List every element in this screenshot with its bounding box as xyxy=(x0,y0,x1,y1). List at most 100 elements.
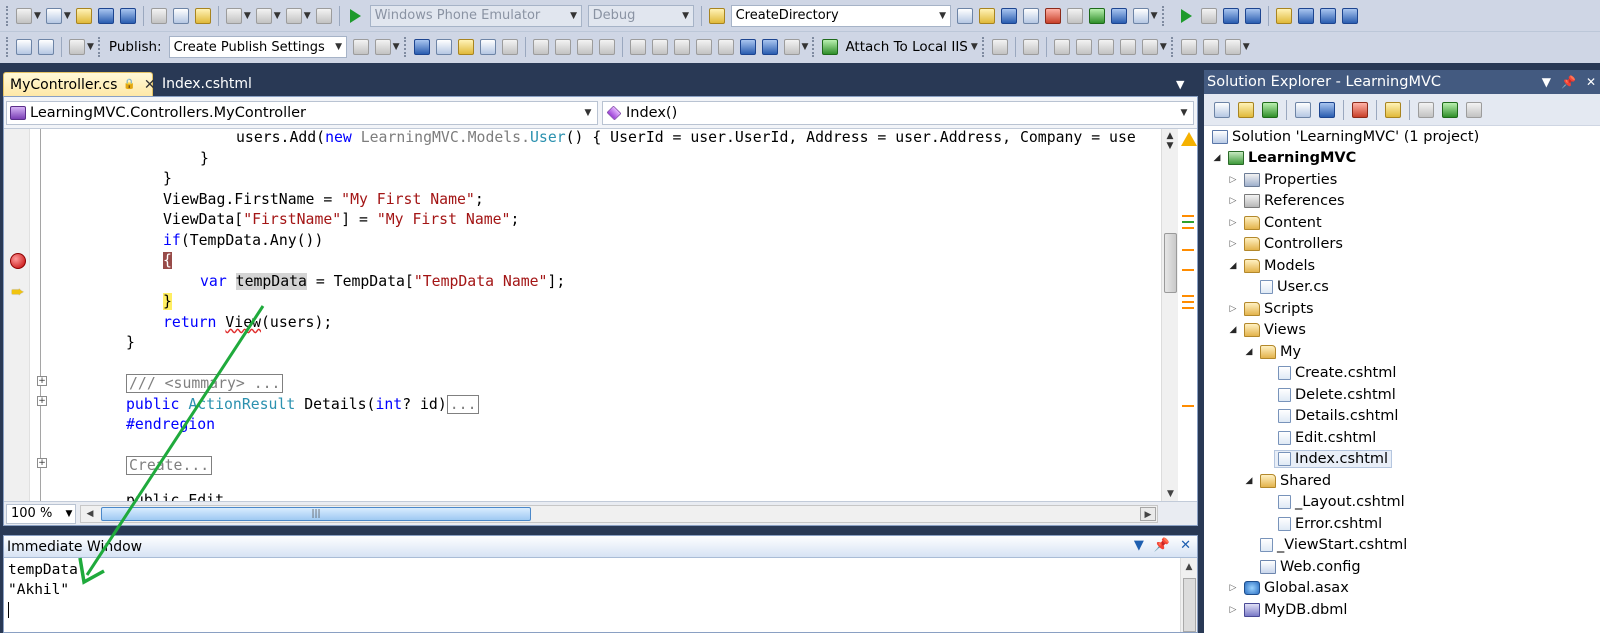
publish-web-icon[interactable] xyxy=(352,39,369,55)
scroll-down-icon[interactable]: ▼ xyxy=(1162,489,1179,499)
solution-config-combo[interactable]: Debug ▼ xyxy=(587,4,694,27)
expanded-icon[interactable]: ◢ xyxy=(1212,153,1222,163)
warning-icon[interactable] xyxy=(1181,132,1197,146)
tree-item-create-cshtml[interactable]: Create.cshtml xyxy=(1278,362,1396,383)
command-window-icon[interactable] xyxy=(1132,7,1149,24)
attach-label[interactable]: Attach To Local IIS xyxy=(845,39,967,55)
tree-item-web-config[interactable]: Web.config xyxy=(1260,556,1361,577)
tree-item-layout-cshtml[interactable]: _Layout.cshtml xyxy=(1278,491,1405,512)
indent-icon[interactable] xyxy=(532,39,549,55)
nested-files-icon[interactable] xyxy=(1352,101,1368,118)
expanded-icon[interactable]: ◢ xyxy=(1244,347,1254,357)
open-file-icon[interactable] xyxy=(75,7,92,24)
outdent-icon[interactable] xyxy=(554,39,571,55)
close-icon[interactable]: ✕ xyxy=(1180,538,1191,553)
scroll-thumb[interactable]: ||| xyxy=(101,507,531,521)
navigate-backward-icon[interactable] xyxy=(285,7,302,24)
chevron-down-icon[interactable]: ▼ xyxy=(1151,11,1158,21)
chevron-down-icon[interactable]: ▼ xyxy=(1243,42,1250,52)
view-class-diagram-icon[interactable] xyxy=(1319,101,1335,118)
format-icon[interactable] xyxy=(501,39,518,55)
expanded-icon[interactable]: ◢ xyxy=(1228,325,1238,335)
tree-item-mydb-dbml[interactable]: ▷ MyDB.dbml xyxy=(1228,599,1348,620)
chevron-down-icon[interactable]: ▼ xyxy=(64,11,71,21)
refresh-icon[interactable] xyxy=(1262,101,1278,118)
copy-icon[interactable] xyxy=(172,7,189,24)
redo-icon[interactable] xyxy=(255,7,272,24)
comment-icon[interactable] xyxy=(413,39,430,55)
tree-item-delete-cshtml[interactable]: Delete.cshtml xyxy=(1278,384,1396,405)
collapsed-icon[interactable]: ▷ xyxy=(1228,583,1238,593)
tree-item-models[interactable]: ◢ Models xyxy=(1228,255,1316,276)
tab-list-dropdown-icon[interactable]: ▼ xyxy=(1176,78,1184,91)
scroll-thumb[interactable] xyxy=(1164,233,1177,293)
add-item-icon[interactable] xyxy=(45,7,62,24)
team-explorer-icon[interactable] xyxy=(1088,7,1105,24)
collapse-all-icon[interactable] xyxy=(1442,101,1458,118)
uncomment-icon[interactable] xyxy=(435,39,452,55)
object-browser-icon[interactable] xyxy=(1022,7,1039,24)
pin-icon[interactable]: 📌 xyxy=(1561,75,1576,89)
publish-combo[interactable]: Create Publish Settings ▼ xyxy=(168,36,347,58)
tree-item-shared[interactable]: ◢ Shared xyxy=(1244,470,1332,491)
restart-icon[interactable] xyxy=(1244,7,1261,24)
tree-item-my[interactable]: ◢ My xyxy=(1244,341,1302,362)
save-all-icon[interactable] xyxy=(119,7,136,24)
step-into-icon[interactable] xyxy=(1297,7,1314,24)
toolbar-grip[interactable] xyxy=(6,5,9,26)
tree-item-controllers[interactable]: ▷ Controllers xyxy=(1228,233,1343,254)
find-combo[interactable]: CreateDirectory ▼ xyxy=(730,4,951,27)
delete-icon[interactable] xyxy=(69,39,85,55)
tools-icon[interactable] xyxy=(1066,7,1083,24)
publish-settings-icon[interactable] xyxy=(374,39,391,55)
tree-item-user-cs[interactable]: User.cs xyxy=(1260,276,1329,297)
zoom-combo[interactable]: 100 % ▼ xyxy=(6,503,76,524)
show-next-statement-icon[interactable] xyxy=(1275,7,1292,24)
task-list-icon[interactable] xyxy=(783,39,800,55)
new-project-icon[interactable] xyxy=(16,7,32,24)
tab-index-cshtml[interactable]: Index.cshtml xyxy=(156,72,258,96)
overview-margin[interactable] xyxy=(1179,129,1197,501)
scroll-left-icon[interactable]: ◀ xyxy=(82,507,98,521)
spelling-icon[interactable] xyxy=(479,39,496,55)
wrap-icon[interactable] xyxy=(598,39,615,55)
close-icon[interactable]: ✕ xyxy=(144,77,156,93)
device-combo[interactable]: Windows Phone Emulator ▼ xyxy=(369,4,582,27)
debug-location-icon[interactable] xyxy=(991,39,1008,55)
expanded-icon[interactable]: ◢ xyxy=(1228,261,1238,271)
cut-icon[interactable] xyxy=(150,7,167,24)
save-icon[interactable] xyxy=(97,7,114,24)
class-navigation-combo[interactable]: LearningMVC.Controllers.MyController ▼ xyxy=(6,100,598,125)
chevron-down-icon[interactable]: ▼ xyxy=(34,11,41,21)
attach-process-icon[interactable] xyxy=(822,39,839,55)
collapsed-icon[interactable]: ▷ xyxy=(1228,239,1238,249)
vertical-scrollbar[interactable]: ▲ ▼ ▼ xyxy=(1161,129,1178,501)
window-position-icon[interactable]: ▼ xyxy=(1542,75,1551,89)
horizontal-scrollbar[interactable]: ◀ ||| ▶ xyxy=(80,505,1158,523)
tab-mycontroller-cs[interactable]: MyController.cs 🔒 ✕ xyxy=(3,72,156,96)
chevron-down-icon[interactable]: ▼ xyxy=(304,11,311,21)
zoom-in-icon[interactable] xyxy=(1180,39,1197,55)
tree-item-error-cshtml[interactable]: Error.cshtml xyxy=(1278,513,1382,534)
stop-debugging-icon[interactable] xyxy=(1222,7,1239,24)
continue-icon[interactable] xyxy=(1180,8,1192,23)
close-icon[interactable]: ✕ xyxy=(1586,75,1596,89)
tree-item-index-cshtml[interactable]: Index.cshtml xyxy=(1274,448,1393,469)
chevron-down-icon[interactable]: ▼ xyxy=(87,42,94,52)
tree-item-scripts[interactable]: ▷ Scripts xyxy=(1228,298,1314,319)
collapsed-icon[interactable]: ▷ xyxy=(1228,304,1238,314)
clear-bookmarks-icon[interactable] xyxy=(739,39,756,55)
prev-bookmark-folder-icon[interactable] xyxy=(695,39,712,55)
find-icon[interactable] xyxy=(956,7,973,24)
find-in-files-icon[interactable] xyxy=(708,7,725,24)
extension-manager-icon[interactable] xyxy=(1110,7,1127,24)
asp-net-config-icon[interactable] xyxy=(1418,101,1434,118)
paste-icon[interactable] xyxy=(194,7,211,24)
collapsed-icon[interactable]: ▷ xyxy=(1228,218,1238,228)
vertical-scrollbar[interactable]: ▲ xyxy=(1180,558,1197,632)
step-out-icon[interactable] xyxy=(1341,7,1358,24)
tree-item-views[interactable]: ◢ Views xyxy=(1228,319,1306,340)
show-all-files-icon[interactable] xyxy=(1238,101,1254,118)
grid-icon[interactable] xyxy=(38,39,54,55)
member-navigation-combo[interactable]: Index() ▼ xyxy=(602,100,1194,125)
